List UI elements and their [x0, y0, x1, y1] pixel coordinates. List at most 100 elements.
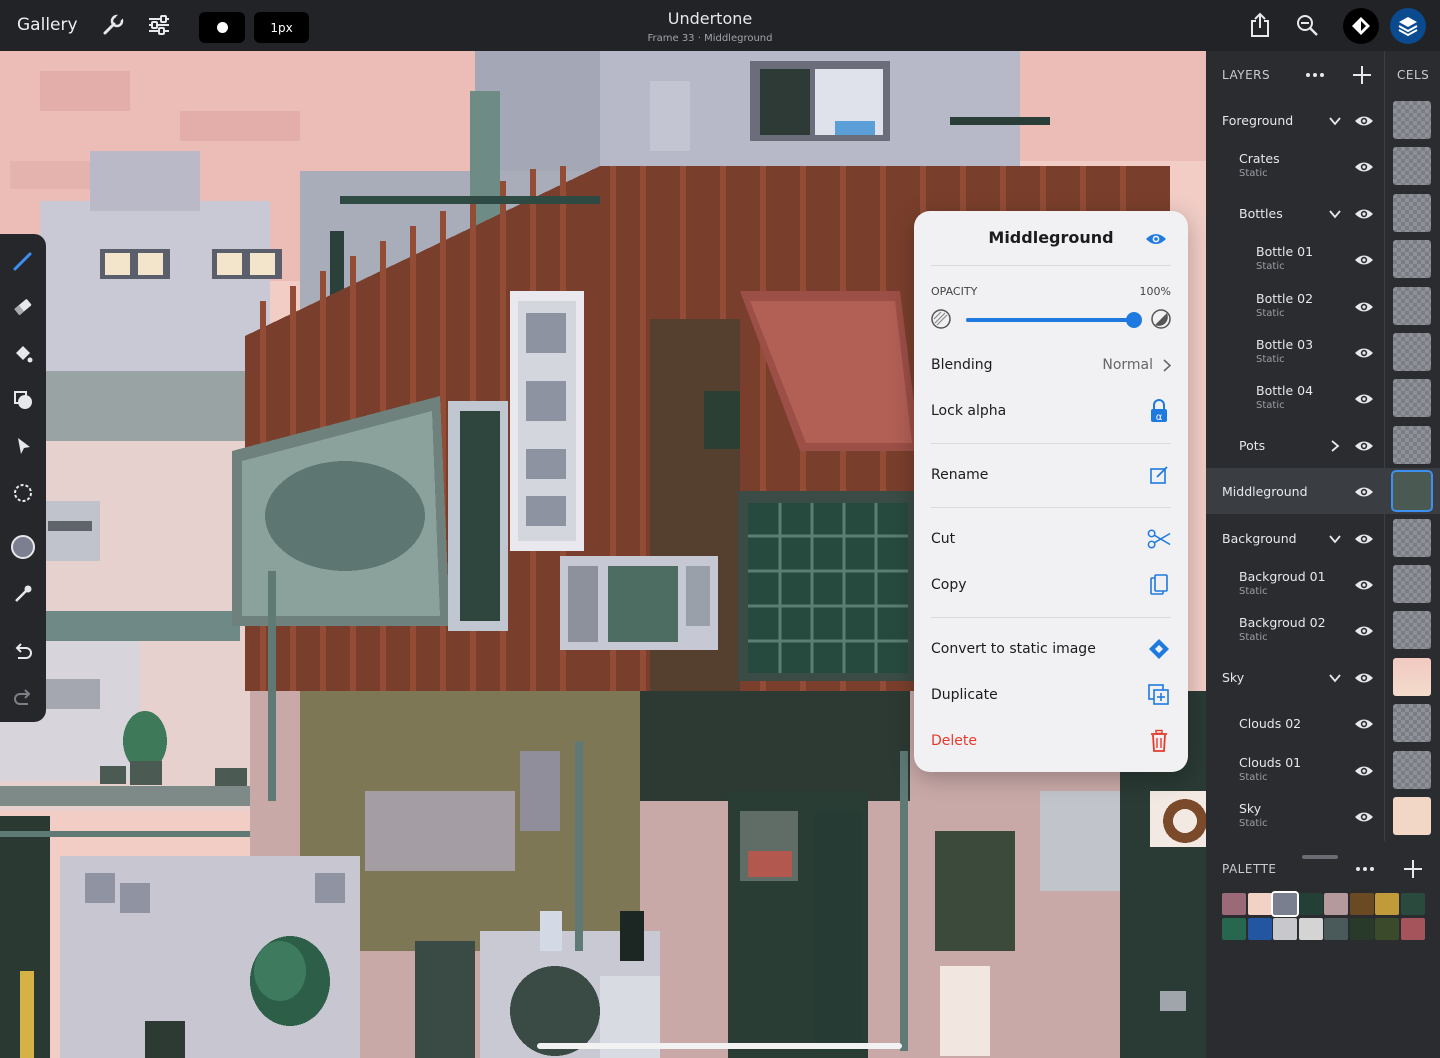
duplicate-row[interactable]: Duplicate	[931, 677, 1171, 713]
palette-swatch[interactable]	[1324, 893, 1348, 915]
visibility-eye-icon[interactable]	[1354, 113, 1374, 127]
brush-dot-button[interactable]	[199, 12, 245, 43]
palette-swatch[interactable]	[1273, 917, 1297, 940]
chevron-down-icon[interactable]	[1328, 531, 1342, 545]
palette-swatch[interactable]	[1298, 893, 1323, 915]
cel-thumbnail[interactable]	[1393, 379, 1431, 418]
chevron-right-icon[interactable]	[1328, 438, 1342, 452]
cel-thumbnail[interactable]	[1393, 565, 1431, 603]
cel-thumbnail[interactable]	[1393, 147, 1431, 186]
palette-swatch[interactable]	[1222, 917, 1246, 940]
shapes-icon[interactable]	[8, 385, 38, 415]
cel-thumbnail[interactable]	[1393, 333, 1431, 371]
cel-thumbnail[interactable]	[1393, 240, 1431, 279]
visibility-eye-icon[interactable]	[1354, 206, 1374, 220]
palette-swatch[interactable]	[1247, 917, 1272, 940]
visibility-eye-icon[interactable]	[1354, 531, 1374, 545]
visibility-eye-icon[interactable]	[1354, 763, 1374, 777]
pencil-icon[interactable]	[8, 246, 38, 276]
layer-row[interactable]: Sky Static	[1206, 793, 1384, 839]
cel-thumbnail[interactable]	[1393, 518, 1431, 557]
lock-alpha-row[interactable]: Lock alpha α	[931, 393, 1171, 429]
layer-row[interactable]: Background	[1206, 515, 1384, 561]
blending-row[interactable]: Blending Normal	[931, 347, 1171, 383]
cel-thumbnail[interactable]	[1393, 193, 1431, 232]
layer-row[interactable]: Bottle 04 Static	[1206, 375, 1384, 421]
layer-row[interactable]: Crates Static	[1206, 143, 1384, 189]
palette-swatch[interactable]	[1400, 893, 1425, 915]
visibility-eye-icon[interactable]	[1354, 716, 1374, 730]
gallery-button[interactable]: Gallery	[17, 15, 78, 35]
wrench-icon[interactable]	[98, 10, 128, 40]
reference-icon[interactable]	[1343, 8, 1379, 44]
cel-thumbnail[interactable]	[1393, 425, 1431, 464]
visibility-eye-icon[interactable]	[1145, 231, 1167, 250]
opacity-slider[interactable]	[966, 312, 1142, 328]
layers-more-icon[interactable]	[1304, 65, 1326, 85]
visibility-eye-icon[interactable]	[1354, 623, 1374, 637]
share-icon[interactable]	[1245, 10, 1275, 40]
palette-swatch[interactable]	[1298, 917, 1323, 940]
palette-swatch[interactable]	[1349, 893, 1374, 915]
chevron-down-icon[interactable]	[1328, 206, 1342, 220]
palette-swatch[interactable]	[1349, 917, 1374, 940]
palette-swatch[interactable]	[1400, 917, 1425, 940]
visibility-eye-icon[interactable]	[1354, 159, 1374, 173]
visibility-eye-icon[interactable]	[1354, 809, 1374, 823]
copy-row[interactable]: Copy	[931, 567, 1171, 603]
visibility-eye-icon[interactable]	[1354, 577, 1374, 591]
palette-swatch[interactable]	[1375, 893, 1399, 915]
selection-icon[interactable]	[8, 478, 38, 508]
redo-icon[interactable]	[8, 682, 38, 712]
layer-row[interactable]: Pots	[1206, 422, 1384, 468]
adjustments-icon[interactable]	[144, 10, 174, 40]
cut-row[interactable]: Cut	[931, 521, 1171, 557]
cel-thumbnail[interactable]	[1393, 750, 1431, 789]
brush-size-button[interactable]: 1px	[254, 12, 309, 43]
palette-swatch[interactable]	[1247, 893, 1272, 915]
layer-row[interactable]: Clouds 02	[1206, 700, 1384, 746]
palette-more-icon[interactable]	[1354, 859, 1376, 879]
rename-row[interactable]: Rename	[931, 457, 1171, 493]
layer-row[interactable]: Clouds 01 Static	[1206, 747, 1384, 793]
visibility-eye-icon[interactable]	[1354, 345, 1374, 359]
layer-row[interactable]: Backgroud 01 Static	[1206, 561, 1384, 607]
layer-row[interactable]: Bottle 02 Static	[1206, 283, 1384, 329]
visibility-eye-icon[interactable]	[1354, 391, 1374, 405]
palette-swatch[interactable]	[1375, 917, 1399, 940]
visibility-eye-icon[interactable]	[1354, 299, 1374, 313]
cel-thumbnail[interactable]	[1393, 657, 1431, 696]
add-swatch-icon[interactable]	[1402, 858, 1424, 880]
cel-thumbnail[interactable]	[1393, 611, 1431, 650]
visibility-eye-icon[interactable]	[1354, 252, 1374, 266]
cel-thumbnail[interactable]	[1391, 470, 1433, 513]
visibility-eye-icon[interactable]	[1354, 484, 1374, 498]
delete-row[interactable]: Delete	[931, 723, 1171, 759]
palette-swatch[interactable]	[1324, 917, 1348, 940]
palette-swatch[interactable]	[1222, 893, 1246, 915]
visibility-eye-icon[interactable]	[1354, 438, 1374, 452]
layer-row[interactable]: Foreground	[1206, 97, 1384, 143]
fill-bucket-icon[interactable]	[8, 339, 38, 369]
cel-thumbnail[interactable]	[1393, 797, 1431, 835]
color-picker-icon[interactable]	[8, 532, 38, 562]
convert-row[interactable]: Convert to static image	[931, 631, 1171, 667]
palette-swatch[interactable]	[1271, 891, 1299, 917]
layer-row[interactable]: Bottles	[1206, 190, 1384, 236]
chevron-down-icon[interactable]	[1328, 670, 1342, 684]
add-layer-icon[interactable]	[1351, 64, 1373, 86]
move-icon[interactable]	[8, 431, 38, 461]
layers-icon[interactable]	[1390, 8, 1426, 44]
chevron-down-icon[interactable]	[1328, 113, 1342, 127]
layer-row[interactable]: Sky	[1206, 654, 1384, 700]
cel-thumbnail[interactable]	[1393, 101, 1431, 139]
cel-thumbnail[interactable]	[1393, 704, 1431, 743]
layer-row[interactable]: Backgroud 02 Static	[1206, 607, 1384, 653]
panel-resize-handle[interactable]	[1302, 855, 1338, 859]
eyedropper-icon[interactable]	[8, 579, 38, 609]
eraser-icon[interactable]	[8, 292, 38, 322]
cel-thumbnail[interactable]	[1393, 286, 1431, 325]
layer-row[interactable]: Bottle 01 Static	[1206, 236, 1384, 282]
opacity-slider-thumb[interactable]	[1126, 312, 1142, 328]
layer-row[interactable]: Bottle 03 Static	[1206, 329, 1384, 375]
